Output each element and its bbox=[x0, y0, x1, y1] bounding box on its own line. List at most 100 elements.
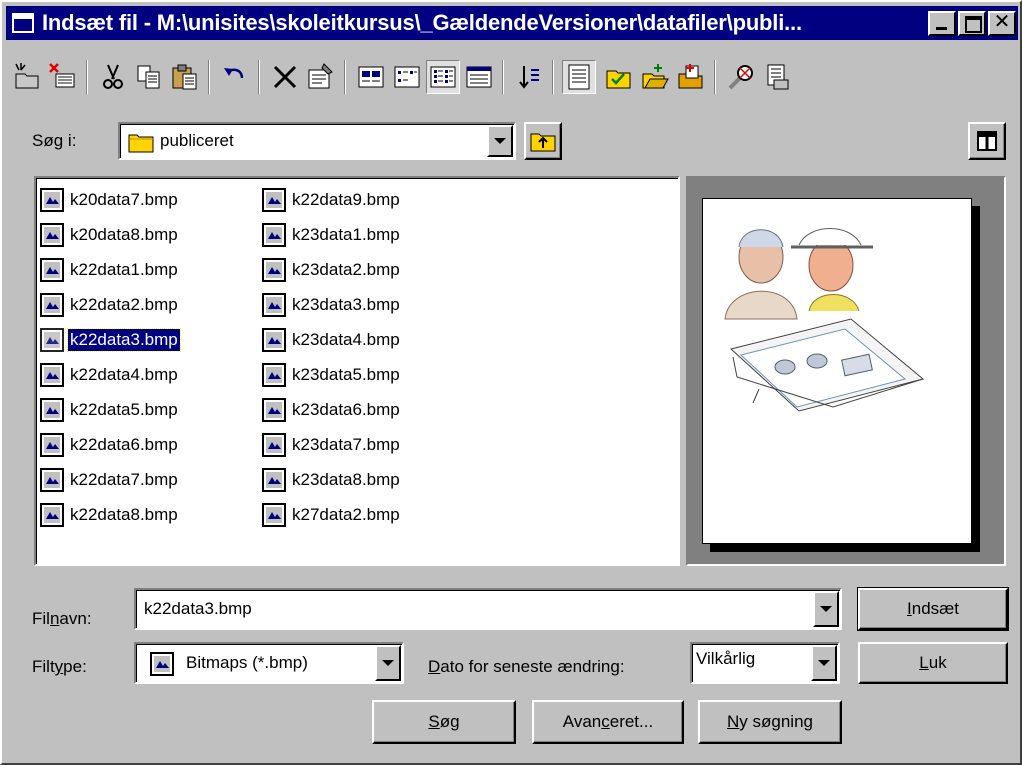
details-view-button[interactable] bbox=[462, 60, 496, 94]
folder-icon bbox=[128, 134, 154, 153]
date-label: Dato for seneste ændring: bbox=[428, 657, 625, 676]
properties-icon bbox=[308, 63, 333, 89]
filetype-combo[interactable]: Bitmaps (*.bmp) bbox=[134, 642, 404, 684]
close-window-button[interactable]: ✕ bbox=[988, 11, 1016, 36]
file-name: k23data8.bmp bbox=[292, 469, 400, 489]
file-item[interactable]: k23data2.bmp bbox=[262, 252, 402, 287]
open-folder-button[interactable] bbox=[638, 60, 672, 94]
preview-page bbox=[702, 198, 972, 544]
preview-button[interactable] bbox=[562, 60, 596, 94]
delete-x-icon bbox=[273, 65, 297, 89]
bitmap-file-icon bbox=[262, 432, 286, 457]
file-item[interactable]: k23data5.bmp bbox=[262, 357, 402, 392]
favorites-button[interactable] bbox=[602, 60, 636, 94]
file-item[interactable]: k22data5.bmp bbox=[40, 392, 180, 427]
advanced-button[interactable]: Avanceret... bbox=[532, 700, 684, 744]
arrange-button[interactable] bbox=[512, 60, 546, 94]
file-item[interactable]: k20data8.bmp bbox=[40, 217, 180, 252]
filetype-label: Filtype: bbox=[32, 657, 87, 676]
file-item[interactable]: k23data6.bmp bbox=[262, 392, 402, 427]
file-item[interactable]: k22data6.bmp bbox=[40, 427, 180, 462]
add-to-favorites-button[interactable] bbox=[674, 60, 708, 94]
file-name: k23data7.bmp bbox=[292, 434, 400, 454]
copy-button[interactable] bbox=[132, 60, 166, 94]
file-item[interactable]: k27data2.bmp bbox=[262, 497, 402, 532]
maximize-button[interactable] bbox=[958, 11, 986, 36]
bitmap-file-icon bbox=[262, 502, 286, 527]
close-button[interactable]: Luk bbox=[858, 642, 1008, 684]
delete-button[interactable] bbox=[268, 60, 302, 94]
file-item[interactable]: k22data4.bmp bbox=[40, 357, 180, 392]
bitmap-file-icon bbox=[40, 222, 64, 247]
delete-red-icon bbox=[49, 63, 75, 88]
filetype-dropdown-button[interactable] bbox=[375, 645, 401, 681]
file-item[interactable]: k22data7.bmp bbox=[40, 462, 180, 497]
date-combo[interactable]: Vilkårlig bbox=[690, 642, 840, 684]
file-column-2: k22data9.bmp k23data1.bmp k23data2.bmp k23d… bbox=[262, 182, 402, 532]
file-name: k23data2.bmp bbox=[292, 259, 400, 279]
add-favorite-icon bbox=[678, 64, 703, 89]
paste-button[interactable] bbox=[168, 60, 202, 94]
insert-button[interactable]: Indsæt bbox=[857, 587, 1009, 631]
bitmap-file-icon bbox=[262, 187, 286, 212]
bitmap-file-icon bbox=[262, 397, 286, 422]
bitmap-file-icon bbox=[150, 652, 174, 676]
large-icons-button[interactable] bbox=[354, 60, 388, 94]
undo-button[interactable] bbox=[218, 60, 252, 94]
commands-button[interactable] bbox=[968, 122, 1006, 160]
minimize-button[interactable] bbox=[928, 11, 956, 36]
window-title: Indsæt fil - M:\unisites\skoleitkursus\_… bbox=[42, 10, 802, 35]
file-item[interactable]: k22data8.bmp bbox=[40, 497, 180, 532]
bitmap-file-icon bbox=[40, 432, 64, 457]
bitmap-file-icon bbox=[262, 257, 286, 282]
preview-image bbox=[724, 228, 925, 412]
map-drive-button[interactable] bbox=[760, 60, 794, 94]
file-list[interactable]: k20data7.bmp k20data8.bmp k22data1.bmp k22d… bbox=[34, 176, 680, 566]
insert-file-dialog: Indsæt fil - M:\unisites\skoleitkursus\_… bbox=[0, 0, 1022, 765]
file-item[interactable]: k23data1.bmp bbox=[262, 217, 402, 252]
file-item[interactable]: k23data7.bmp bbox=[262, 427, 402, 462]
file-item[interactable]: k22data3.bmp bbox=[40, 322, 181, 357]
window-icon[interactable] bbox=[12, 13, 34, 33]
find-button[interactable] bbox=[724, 60, 758, 94]
title-bar[interactable]: Indsæt fil - M:\unisites\skoleitkursus\_… bbox=[6, 6, 1018, 40]
up-folder-icon bbox=[530, 133, 556, 152]
scissors-icon bbox=[103, 64, 123, 89]
filename-input[interactable]: k22data3.bmp bbox=[144, 598, 252, 620]
filename-combo[interactable]: k22data3.bmp bbox=[134, 588, 842, 630]
file-item[interactable]: k22data1.bmp bbox=[40, 252, 180, 287]
up-one-level-button[interactable] bbox=[524, 122, 562, 160]
search-button[interactable]: Søg bbox=[372, 700, 516, 744]
bitmap-file-icon bbox=[262, 292, 286, 317]
cut-button[interactable] bbox=[96, 60, 130, 94]
filename-dropdown-button[interactable] bbox=[813, 591, 839, 627]
look-in-dropdown-button[interactable] bbox=[487, 125, 513, 157]
new-folder-button[interactable] bbox=[10, 60, 44, 94]
bitmap-file-icon bbox=[40, 362, 64, 387]
look-in-combo[interactable]: publiceret bbox=[118, 122, 516, 160]
list-view-button[interactable] bbox=[426, 60, 460, 94]
map-drive-icon bbox=[767, 64, 789, 90]
file-item[interactable]: k23data3.bmp bbox=[262, 287, 402, 322]
filetype-value: Bitmaps (*.bmp) bbox=[186, 653, 308, 672]
file-name: k22data1.bmp bbox=[70, 259, 178, 279]
list-view-icon bbox=[430, 66, 456, 88]
preview-pane bbox=[686, 176, 1006, 566]
small-icons-button[interactable] bbox=[390, 60, 424, 94]
file-item[interactable]: k20data7.bmp bbox=[40, 182, 180, 217]
file-name: k20data8.bmp bbox=[70, 224, 178, 244]
new-search-button[interactable]: Ny søgning bbox=[698, 700, 842, 744]
file-item[interactable]: k22data2.bmp bbox=[40, 287, 180, 322]
delete-item-button[interactable] bbox=[46, 60, 80, 94]
file-name: k22data3.bmp bbox=[67, 327, 181, 352]
bitmap-file-icon bbox=[40, 257, 64, 282]
clipboard-paste-icon bbox=[172, 64, 197, 90]
file-item[interactable]: k23data8.bmp bbox=[262, 462, 402, 497]
file-name: k20data7.bmp bbox=[70, 189, 178, 209]
copy-icon bbox=[137, 65, 160, 89]
properties-button[interactable] bbox=[304, 60, 338, 94]
file-item[interactable]: k23data4.bmp bbox=[262, 322, 402, 357]
file-item[interactable]: k22data9.bmp bbox=[262, 182, 402, 217]
date-dropdown-button[interactable] bbox=[811, 645, 837, 681]
bitmap-file-icon bbox=[262, 467, 286, 492]
